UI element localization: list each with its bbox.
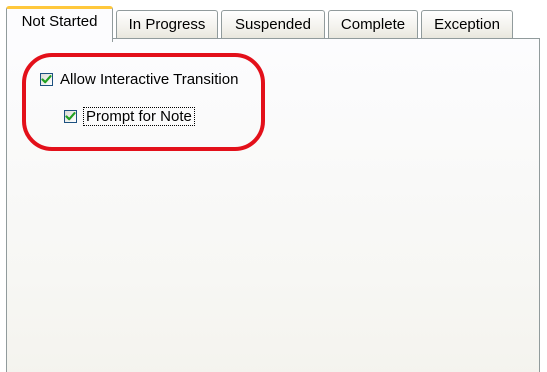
prompt-for-note-option[interactable]: Prompt for Note (64, 107, 195, 126)
tab-label: In Progress (128, 16, 206, 33)
tab-complete[interactable]: Complete (328, 10, 418, 38)
tab-strip: Not Started In Progress Suspended Comple… (6, 6, 526, 42)
tab-in-progress[interactable]: In Progress (116, 10, 218, 38)
tab-label: Exception (434, 16, 500, 33)
checkmark-icon (65, 112, 76, 121)
tab-label: Not Started (21, 13, 98, 30)
allow-interactive-transition-label: Allow Interactive Transition (60, 71, 239, 88)
prompt-for-note-checkbox[interactable] (64, 110, 77, 123)
prompt-for-note-label: Prompt for Note (83, 107, 195, 126)
tab-suspended[interactable]: Suspended (221, 10, 325, 38)
tab-control-window: Not Started In Progress Suspended Comple… (0, 0, 547, 372)
tab-not-started[interactable]: Not Started (6, 6, 113, 42)
tab-panel-not-started: Allow Interactive Transition Prompt for … (6, 38, 540, 372)
allow-interactive-transition-checkbox[interactable] (40, 73, 53, 86)
tab-exception[interactable]: Exception (421, 10, 513, 38)
tab-label: Suspended (235, 16, 311, 33)
tab-label: Complete (340, 16, 406, 33)
allow-interactive-transition-option[interactable]: Allow Interactive Transition (40, 71, 238, 88)
checkmark-icon (41, 75, 52, 84)
